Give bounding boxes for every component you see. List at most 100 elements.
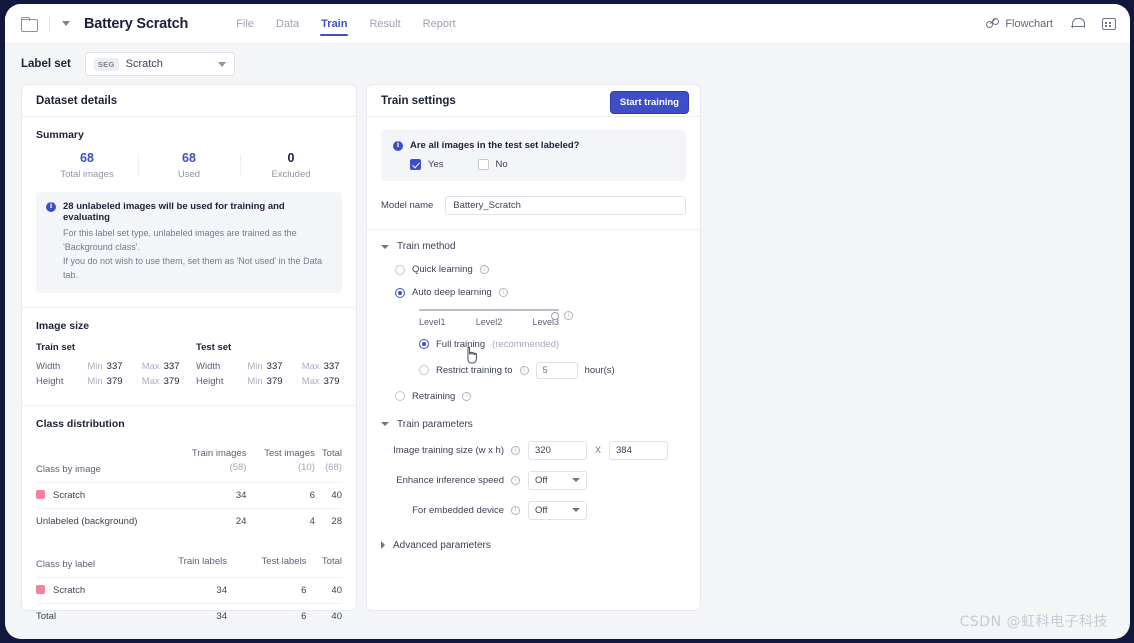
- image-height-input[interactable]: [609, 440, 669, 460]
- radio-auto-deep-learning[interactable]: Auto deep learning: [395, 287, 686, 298]
- restrict-hours-input[interactable]: [535, 361, 578, 379]
- size-separator: X: [595, 445, 602, 455]
- checkbox-yes-box: [410, 159, 421, 170]
- chevron-down-icon: [217, 61, 226, 67]
- advanced-parameters-header[interactable]: Advanced parameters: [381, 540, 686, 551]
- checkbox-no[interactable]: No: [477, 159, 508, 170]
- min-value: Min 337: [247, 360, 283, 372]
- level-slider[interactable]: Level1 Level2 Level3: [419, 309, 573, 327]
- image-width-input[interactable]: [528, 440, 587, 460]
- param-for-embedded-device: For embedded device Off: [381, 500, 686, 520]
- slider-track: [419, 309, 559, 311]
- total-count: 40: [306, 576, 342, 603]
- tab-data[interactable]: Data: [276, 4, 299, 43]
- train-method-header[interactable]: Train method: [381, 241, 686, 252]
- advanced-parameters-title: Advanced parameters: [393, 539, 491, 551]
- info-icon[interactable]: [462, 391, 472, 401]
- tab-file[interactable]: File: [236, 4, 254, 43]
- info-icon[interactable]: [479, 265, 489, 274]
- summary-stats: 68 Total images 68 Used 0 Excluded: [36, 151, 342, 180]
- test-count: 6: [226, 576, 307, 603]
- select-wrap: Off: [528, 500, 587, 520]
- for-embedded-device-select[interactable]: Off: [528, 500, 587, 520]
- flowchart-button[interactable]: Flowchart: [986, 18, 1053, 30]
- chevron-down-icon: [572, 508, 580, 512]
- checkbox-yes-label: Yes: [428, 159, 444, 170]
- class-color-swatch: [36, 490, 45, 500]
- grid-icon[interactable]: [1102, 17, 1116, 30]
- param-label: Enhance inference speed: [396, 474, 504, 486]
- radio-button: [395, 287, 405, 298]
- image-size-row: Width Min 337 Max 337: [196, 361, 356, 372]
- info-icon[interactable]: [519, 365, 529, 375]
- min-value: Min 337: [87, 360, 123, 372]
- tab-result[interactable]: Result: [369, 4, 400, 43]
- train-count: 24: [172, 508, 247, 535]
- question-text: Are all images in the test set labeled?: [410, 140, 580, 151]
- app-window: Battery Scratch File Data Train Result R…: [5, 4, 1130, 639]
- info-icon[interactable]: [498, 288, 508, 297]
- stat-label: Used: [177, 169, 201, 180]
- folder-icon[interactable]: [21, 16, 38, 32]
- image-size-test-set: Test set Width Min 337 Max 337 Height Min 3…: [196, 342, 356, 391]
- radio-restrict-training[interactable]: Restrict training to hour(s): [419, 361, 686, 379]
- chevron-down-icon: [381, 422, 389, 426]
- info-icon[interactable]: [511, 475, 520, 485]
- stat-label: Total images: [60, 169, 114, 180]
- tab-train[interactable]: Train: [320, 4, 349, 43]
- total-count: 28: [314, 508, 342, 535]
- test-count: 6: [246, 482, 315, 509]
- class-by-image-table: Class by image Train images (58) Test ima…: [36, 440, 342, 535]
- label-set-value: Scratch: [125, 58, 163, 70]
- question-title: Are all images in the test set labeled?: [393, 140, 674, 151]
- chevron-right-icon: [381, 541, 385, 549]
- train-parameters-header[interactable]: Train parameters: [381, 419, 686, 430]
- summary-section: Summary 68 Total images 68 Used 0 Exclud…: [22, 117, 356, 308]
- image-size-row: Height Min 379 Max 379: [196, 376, 356, 387]
- model-name-input[interactable]: [445, 196, 686, 215]
- chevron-down-icon: [381, 244, 389, 249]
- info-icon[interactable]: [511, 445, 520, 455]
- stat-value: 68: [80, 151, 94, 165]
- model-name-row: Model name: [367, 181, 700, 215]
- watermark: CSDN @虹科电子科技: [959, 614, 1108, 630]
- radio-label: Auto deep learning: [412, 287, 492, 298]
- dim-label: Height: [196, 375, 224, 387]
- col-total: Total (68): [321, 447, 342, 473]
- train-method-group: Train method Quick learning Auto deep le…: [367, 230, 700, 402]
- table-header-row: Class by label Train labels Test labels …: [36, 548, 342, 577]
- select-value: Off: [535, 474, 548, 486]
- radio-full-training[interactable]: Full training (recommended): [419, 339, 686, 350]
- label-set-dropdown[interactable]: SEG Scratch: [84, 52, 235, 76]
- chevron-down-icon[interactable]: [62, 21, 70, 26]
- seg-badge: SEG: [93, 57, 119, 71]
- train-count: 34: [172, 482, 247, 509]
- max-value: Max 337: [141, 360, 180, 372]
- enhance-inference-speed-select[interactable]: Off: [528, 470, 587, 490]
- table-spacer: [36, 534, 342, 548]
- stat-total-images: 68 Total images: [36, 151, 138, 180]
- start-training-button[interactable]: Start training: [609, 91, 689, 114]
- callout-line-1: For this label set type, unlabeled image…: [63, 228, 297, 252]
- checkbox-yes[interactable]: Yes: [410, 159, 444, 170]
- bell-icon[interactable]: [1071, 17, 1085, 31]
- stat-value: 68: [182, 151, 196, 165]
- radio-retraining[interactable]: Retraining: [395, 391, 686, 402]
- radio-quick-learning[interactable]: Quick learning: [395, 264, 686, 275]
- divider: [49, 15, 50, 32]
- max-value: Max 379: [141, 375, 180, 387]
- slider-handle[interactable]: [551, 311, 559, 320]
- param-label: For embedded device: [412, 504, 504, 516]
- info-icon[interactable]: [564, 311, 573, 320]
- radio-button: [419, 365, 429, 375]
- tab-report[interactable]: Report: [423, 4, 456, 43]
- param-image-training-size: Image training size (w x h) X: [381, 440, 686, 460]
- top-right-actions: Flowchart: [986, 17, 1116, 31]
- image-size-section: Image size Train set Width Min 337 Max 337…: [22, 308, 356, 406]
- col-test-labels: Test labels: [261, 556, 307, 568]
- min-value: Min 379: [247, 375, 283, 387]
- set-name: Train set: [36, 341, 76, 353]
- checkbox-no-label: No: [495, 159, 508, 170]
- info-icon[interactable]: [511, 505, 520, 515]
- flowchart-icon: [986, 18, 1000, 29]
